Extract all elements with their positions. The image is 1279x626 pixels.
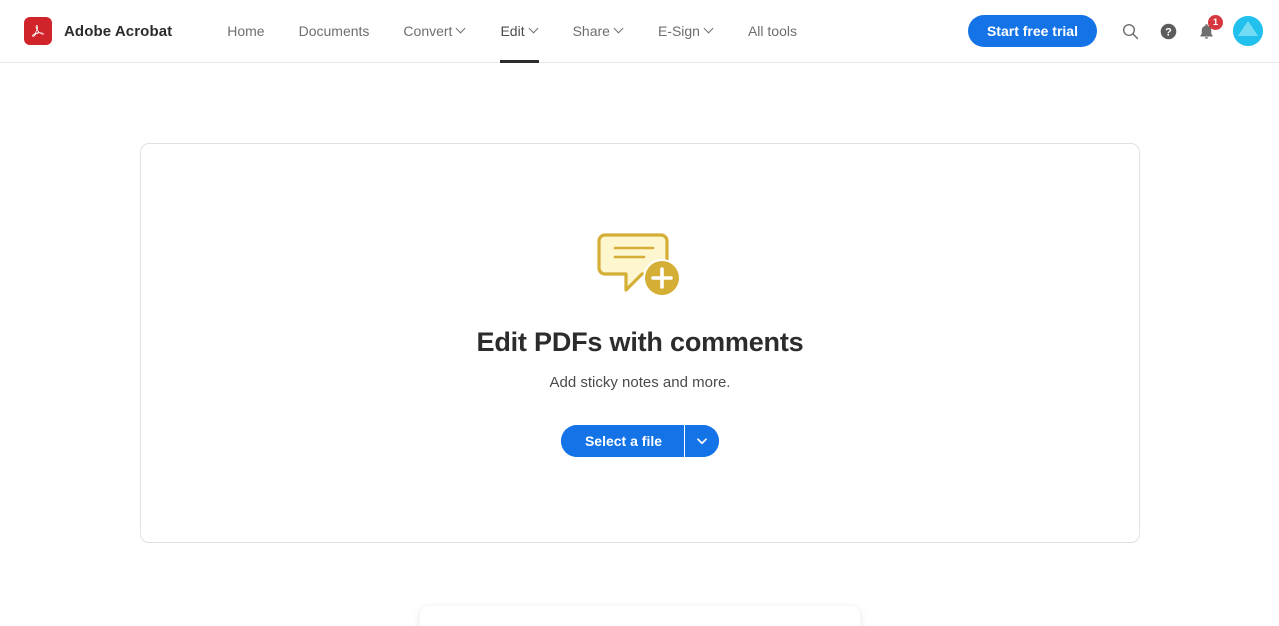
svg-text:?: ? — [1165, 26, 1172, 38]
nav-item-all-tools[interactable]: All tools — [731, 0, 814, 63]
select-file-button[interactable]: Select a file — [560, 424, 685, 457]
nav-item-documents[interactable]: Documents — [282, 0, 387, 63]
help-button[interactable]: ? — [1149, 12, 1187, 50]
nav-item-label: Edit — [500, 23, 525, 39]
nav-item-e-sign[interactable]: E-Sign — [641, 0, 731, 63]
nav-item-label: Documents — [298, 23, 370, 39]
search-button[interactable] — [1111, 12, 1149, 50]
nav-item-label: All tools — [747, 23, 797, 39]
comment-add-icon — [596, 230, 684, 305]
page-title: Edit PDFs with comments — [476, 326, 804, 357]
start-free-trial-button[interactable]: Start free trial — [967, 15, 1097, 47]
nav-item-convert[interactable]: Convert — [386, 0, 483, 63]
help-icon: ? — [1160, 23, 1176, 39]
adobe-acrobat-logo-icon — [24, 17, 52, 45]
chevron-down-icon — [705, 25, 714, 34]
avatar[interactable] — [1233, 16, 1263, 46]
next-card-peek — [420, 606, 860, 626]
nav-item-label: Convert — [403, 23, 453, 39]
nav-item-label: E-Sign — [657, 23, 700, 39]
notification-badge: 1 — [1208, 15, 1223, 30]
select-file-dropdown-button[interactable] — [685, 424, 720, 457]
brand-name: Adobe Acrobat — [64, 22, 173, 40]
nav-item-share[interactable]: Share — [556, 0, 641, 63]
chevron-down-icon — [530, 25, 539, 34]
primary-nav: Home Documents Convert Edit Share E-Sign… — [210, 0, 814, 63]
header-actions: Start free trial ? 1 — [967, 12, 1263, 50]
nav-item-label: Home — [227, 23, 265, 39]
tool-card: Edit PDFs with comments Add sticky notes… — [140, 143, 1140, 543]
app-header: Adobe Acrobat Home Documents Convert Edi… — [0, 0, 1279, 63]
notifications-button[interactable]: 1 — [1187, 12, 1225, 50]
chevron-down-icon — [615, 25, 624, 34]
main-content: Edit PDFs with comments Add sticky notes… — [0, 63, 1279, 626]
search-icon — [1122, 23, 1138, 39]
brand-home-link[interactable]: Adobe Acrobat — [24, 17, 172, 45]
chevron-down-icon — [457, 25, 466, 34]
nav-item-label: Share — [572, 23, 610, 39]
page-subtitle: Add sticky notes and more. — [549, 373, 731, 391]
nav-item-home[interactable]: Home — [210, 0, 281, 63]
chevron-down-icon — [697, 437, 707, 444]
select-file-split-button: Select a file — [560, 424, 720, 457]
nav-item-edit[interactable]: Edit — [483, 0, 555, 63]
user-avatar-icon — [1233, 16, 1263, 46]
